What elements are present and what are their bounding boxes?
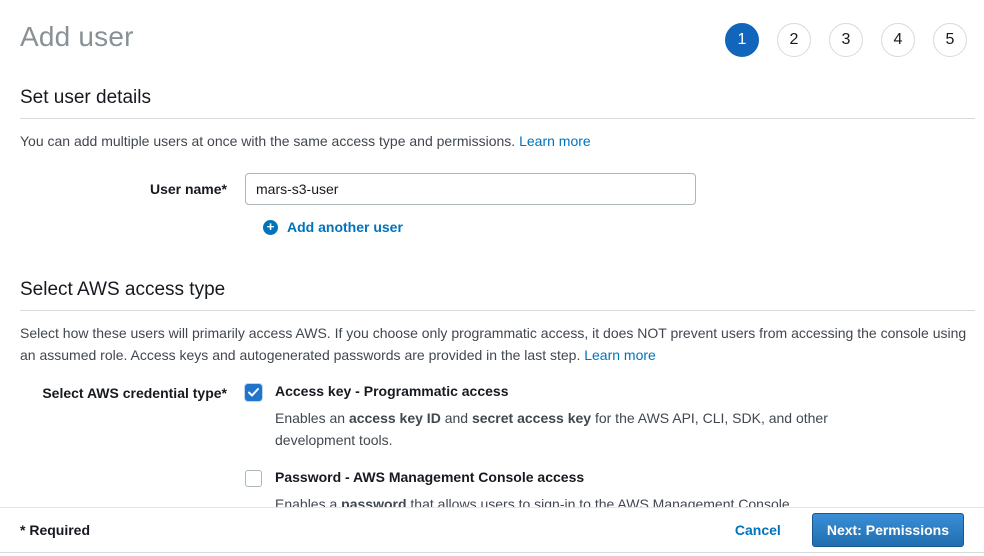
- username-input[interactable]: [245, 173, 696, 205]
- page-header: Add user 1 2 3 4 5: [0, 0, 984, 57]
- credential-type-row: Select AWS credential type* Access key -…: [20, 383, 975, 515]
- desc-segment: and: [441, 410, 472, 426]
- wizard-step-5: 5: [933, 23, 967, 57]
- user-details-intro: You can add multiple users at once with …: [20, 130, 975, 152]
- set-user-details-section: Set user details You can add multiple us…: [20, 87, 975, 235]
- cancel-button[interactable]: Cancel: [735, 522, 781, 538]
- wizard-step-indicator: 1 2 3 4 5: [725, 23, 967, 57]
- next-permissions-button[interactable]: Next: Permissions: [812, 513, 964, 547]
- access-type-learn-more-link[interactable]: Learn more: [584, 347, 656, 363]
- credential-type-label: Select AWS credential type*: [20, 384, 245, 515]
- wizard-step-1: 1: [725, 23, 759, 57]
- user-details-intro-text: You can add multiple users at once with …: [20, 133, 515, 149]
- add-another-user-label: Add another user: [287, 219, 403, 235]
- desc-segment: Enables an: [275, 410, 349, 426]
- username-label: User name*: [20, 173, 245, 205]
- access-type-intro: Select how these users will primarily ac…: [20, 322, 975, 366]
- page-title: Add user: [20, 21, 134, 53]
- username-row: User name*: [20, 173, 975, 205]
- credential-options: Access key - Programmatic access Enables…: [245, 383, 831, 515]
- access-key-option-title[interactable]: Access key - Programmatic access: [275, 383, 831, 400]
- user-details-learn-more-link[interactable]: Learn more: [519, 133, 591, 149]
- password-checkbox[interactable]: [245, 470, 262, 487]
- desc-segment-bold: access key ID: [349, 410, 441, 426]
- access-key-option-text: Access key - Programmatic access Enables…: [275, 383, 831, 451]
- plus-circle-icon: +: [263, 220, 278, 235]
- select-access-type-section: Select AWS access type Select how these …: [20, 279, 975, 515]
- wizard-step-4: 4: [881, 23, 915, 57]
- select-access-type-heading: Select AWS access type: [20, 279, 975, 311]
- desc-segment-bold: secret access key: [472, 410, 591, 426]
- checkmark-icon: [248, 388, 259, 397]
- set-user-details-heading: Set user details: [20, 87, 975, 119]
- required-note: * Required: [20, 522, 90, 538]
- access-key-checkbox[interactable]: [245, 384, 262, 401]
- access-key-option-desc: Enables an access key ID and secret acce…: [275, 407, 831, 451]
- access-type-intro-text: Select how these users will primarily ac…: [20, 325, 966, 363]
- add-another-user-button[interactable]: + Add another user: [263, 219, 403, 235]
- wizard-step-2: 2: [777, 23, 811, 57]
- footer-actions: Cancel Next: Permissions: [735, 513, 964, 547]
- access-key-option: Access key - Programmatic access Enables…: [245, 383, 831, 451]
- wizard-footer: * Required Cancel Next: Permissions: [0, 507, 984, 553]
- password-option-title[interactable]: Password - AWS Management Console access: [275, 469, 794, 486]
- wizard-step-3: 3: [829, 23, 863, 57]
